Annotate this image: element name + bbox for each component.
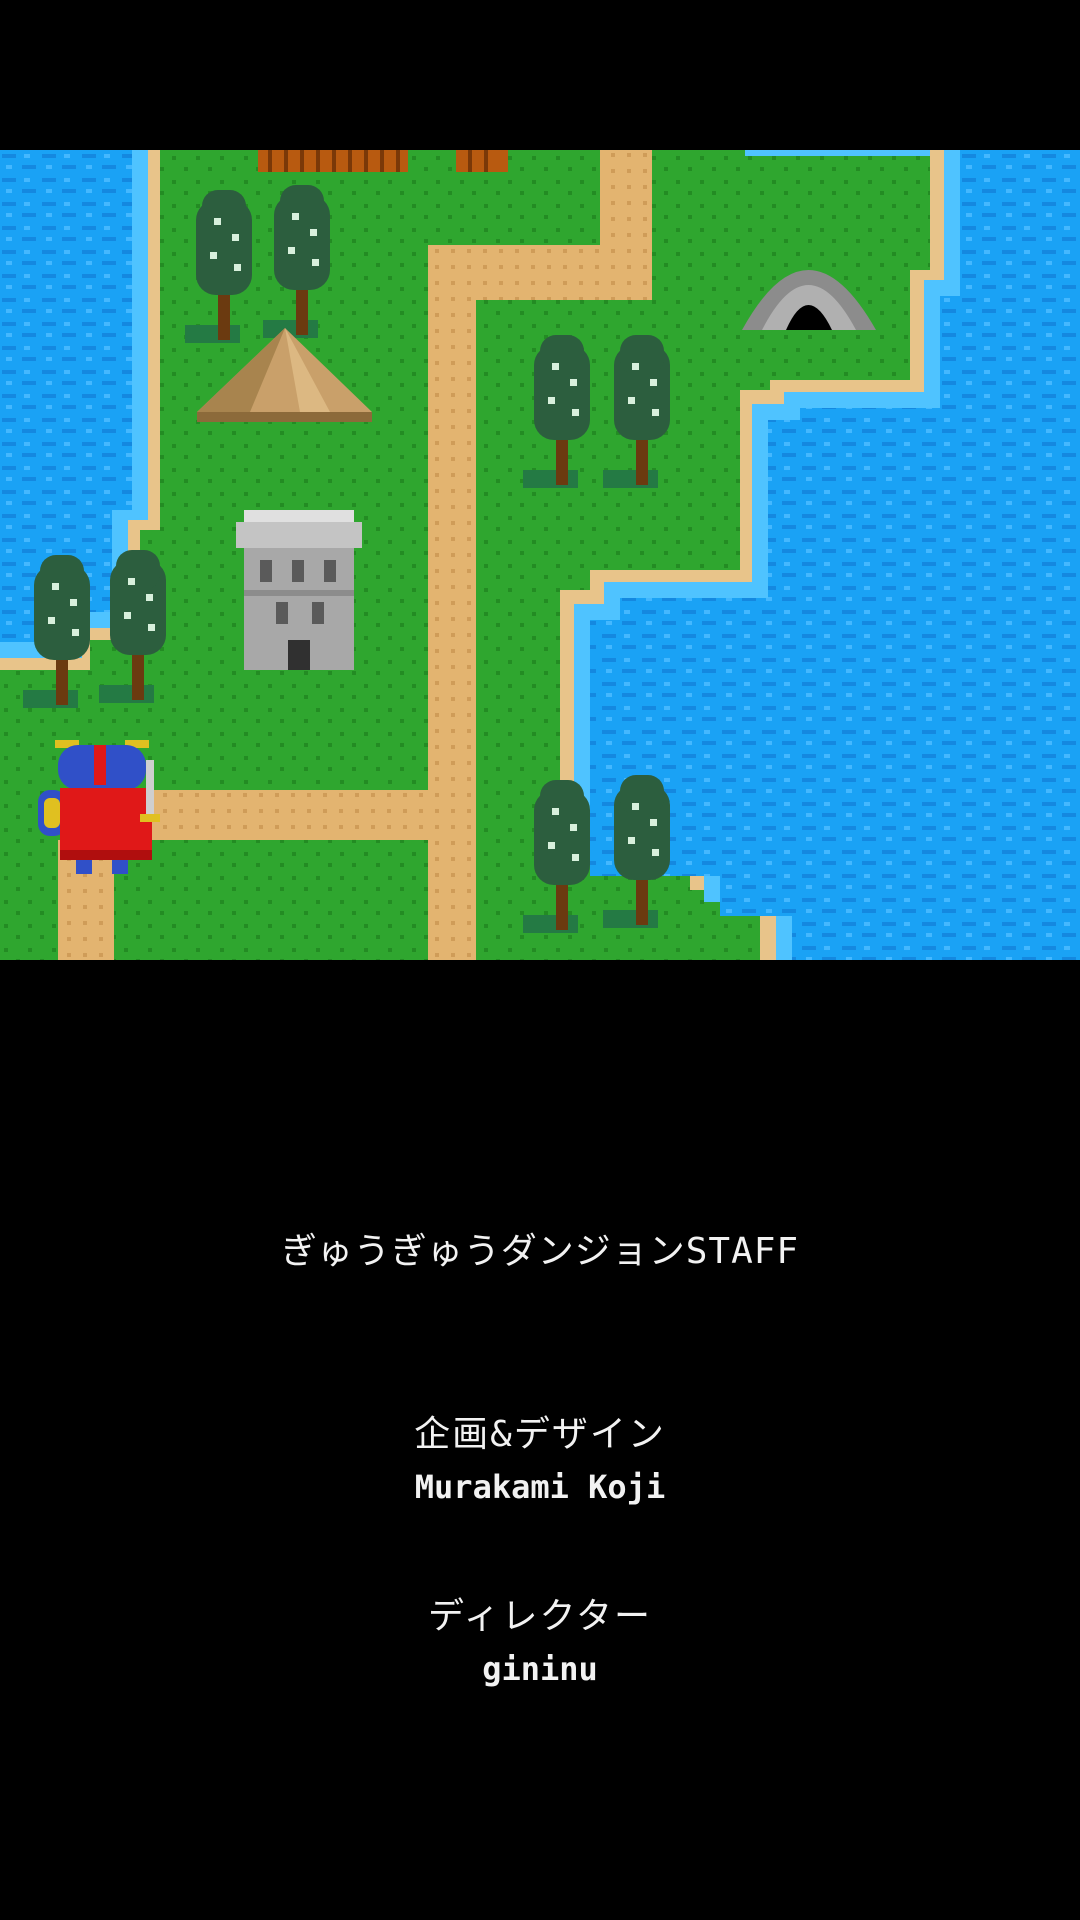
credit-role-planning-design: 企画&デザイン bbox=[414, 1414, 666, 1455]
tower-icon bbox=[236, 510, 362, 670]
world-map bbox=[0, 150, 1080, 960]
world-map-canvas bbox=[0, 150, 1080, 960]
staff-credits: ぎゅうぎゅうダンジョンSTAFF 企画&デザイン Murakami Koji デ… bbox=[0, 960, 1080, 1920]
credit-name-planning-design: Murakami Koji bbox=[414, 1468, 666, 1506]
credit-name-director: gininu bbox=[482, 1650, 598, 1688]
bridge-icon bbox=[258, 150, 508, 172]
credits-title: ぎゅうぎゅうダンジョンSTAFF bbox=[280, 1231, 800, 1272]
credit-role-director: ディレクター bbox=[427, 1596, 653, 1637]
